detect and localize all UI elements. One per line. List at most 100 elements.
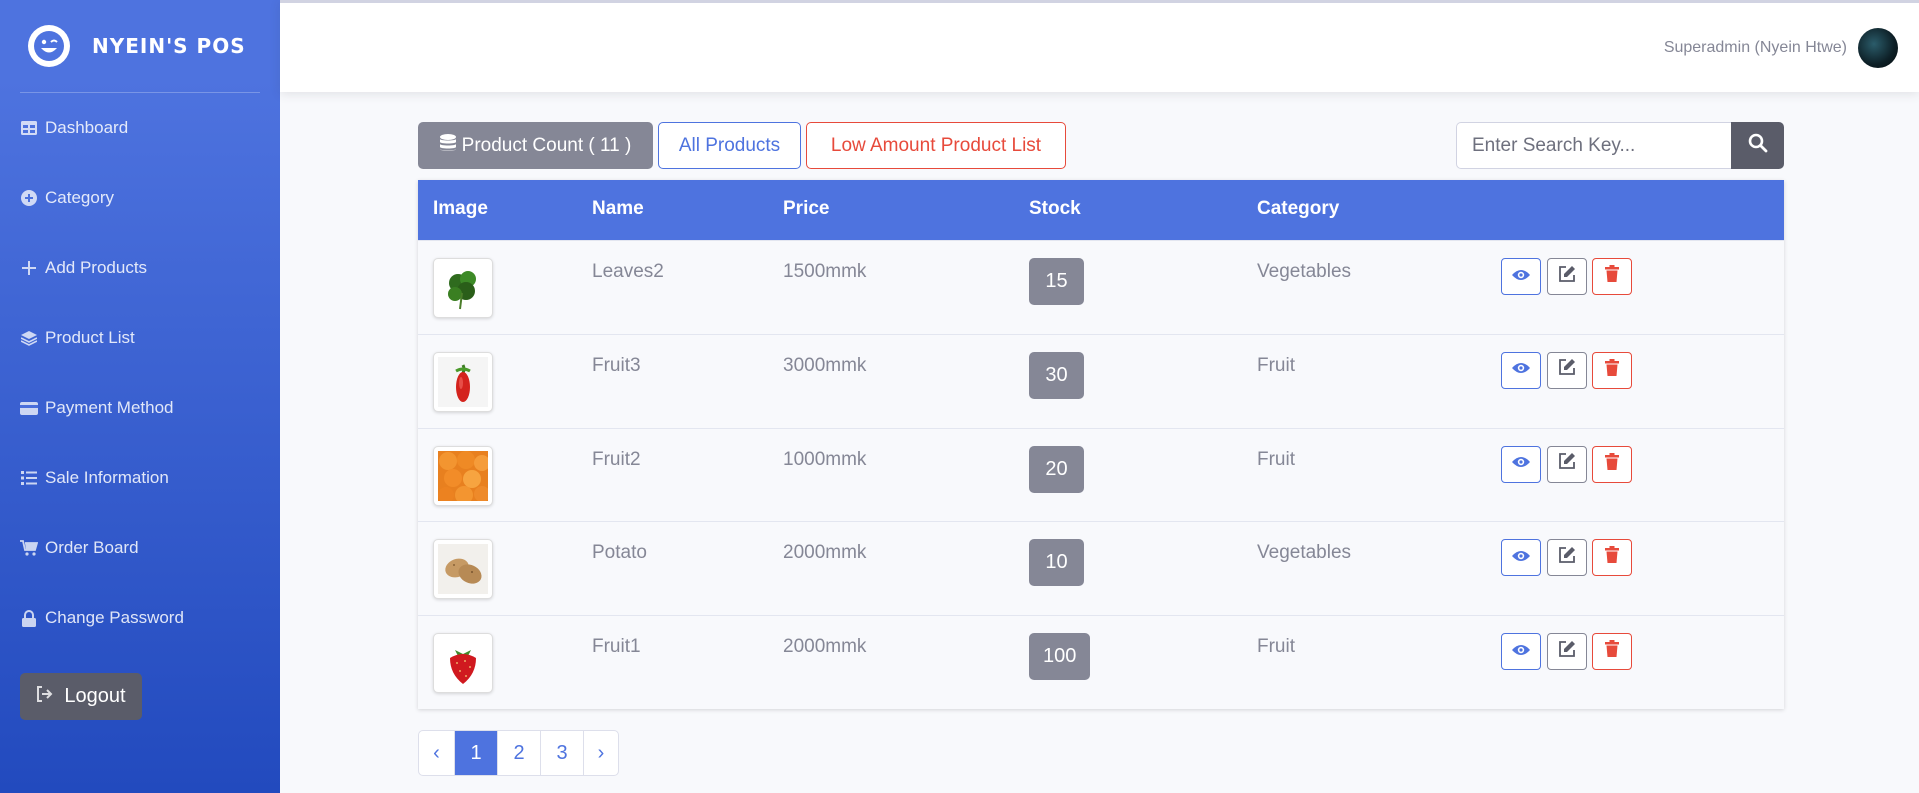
sidebar-item-dashboard[interactable]: Dashboard <box>0 93 280 163</box>
lock-icon <box>20 609 38 627</box>
delete-button[interactable] <box>1592 351 1632 389</box>
sidebar: NYEIN'S POS Dashboard Category Add Produ… <box>0 0 280 793</box>
chili-image <box>433 351 493 412</box>
product-price: 2000mmk <box>783 542 867 564</box>
pagination-page-3[interactable]: 3 <box>540 731 583 775</box>
edit-icon <box>1558 546 1576 570</box>
sidebar-item-label: Order Board <box>45 538 139 557</box>
search-button[interactable] <box>1731 122 1784 169</box>
cart-icon <box>20 539 38 557</box>
edit-button[interactable] <box>1547 351 1587 389</box>
product-name: Potato <box>592 542 647 564</box>
header-stock: Stock <box>1029 198 1081 219</box>
logout-button[interactable]: Logout <box>20 673 142 720</box>
table-icon <box>20 119 38 137</box>
plus-circle-icon <box>20 189 38 207</box>
sidebar-item-label: Product List <box>45 328 135 347</box>
product-count-label: Product Count ( 11 ) <box>461 134 632 156</box>
trash-icon <box>1605 640 1619 663</box>
user-name: Superadmin (Nyein Htwe) <box>1663 39 1847 56</box>
edit-icon <box>1558 452 1576 476</box>
low-amount-button[interactable]: Low Amount Product List <box>806 122 1066 169</box>
sidebar-item-label: Sale Information <box>45 468 169 487</box>
list-icon <box>20 469 38 487</box>
edit-icon <box>1558 640 1576 664</box>
table-header: Image Name Price Stock Category <box>418 180 1784 240</box>
apricot-image <box>433 445 493 506</box>
sidebar-item-payment-method[interactable]: Payment Method <box>0 373 280 443</box>
view-button[interactable] <box>1501 445 1541 483</box>
stock-badge: 10 <box>1029 539 1084 587</box>
pagination-prev[interactable]: ‹ <box>419 731 454 775</box>
delete-button[interactable] <box>1592 445 1632 483</box>
product-category: Fruit <box>1257 448 1295 470</box>
eye-icon <box>1511 359 1531 381</box>
product-price: 3000mmk <box>783 354 867 376</box>
brand[interactable]: NYEIN'S POS <box>0 0 280 92</box>
delete-button[interactable] <box>1592 633 1632 671</box>
eye-icon <box>1511 547 1531 569</box>
leaves-image <box>433 258 493 318</box>
edit-icon <box>1558 265 1576 289</box>
pagination: ‹ 1 2 3 › <box>418 730 619 776</box>
logout-label: Logout <box>64 685 126 707</box>
pagination-page-1[interactable]: 1 <box>454 731 497 775</box>
search-icon <box>1748 133 1768 158</box>
table-row: Fruit2 1000mmk 20 Fruit <box>418 427 1784 522</box>
table-row: Potato 2000mmk 10 Vegetables <box>418 521 1784 615</box>
sidebar-item-sale-information[interactable]: Sale Information <box>0 443 280 513</box>
sign-out-icon <box>36 685 54 708</box>
delete-button[interactable] <box>1592 258 1632 295</box>
delete-button[interactable] <box>1592 539 1632 577</box>
stock-badge: 100 <box>1029 633 1091 681</box>
table-row: Fruit3 3000mmk 30 Fruit <box>418 333 1784 428</box>
sidebar-item-order-board[interactable]: Order Board <box>0 513 280 583</box>
trash-icon <box>1605 358 1619 382</box>
sidebar-item-change-password[interactable]: Change Password <box>0 583 280 653</box>
eye-icon <box>1511 453 1531 475</box>
table-row: Fruit1 2000mmk 100 Fruit <box>418 615 1784 709</box>
laugh-wink-icon <box>28 25 70 67</box>
header-name: Name <box>592 198 644 219</box>
header-category: Category <box>1257 198 1340 219</box>
view-button[interactable] <box>1501 633 1541 671</box>
view-button[interactable] <box>1501 351 1541 389</box>
product-table: Image Name Price Stock Category Leaves2 … <box>418 180 1784 709</box>
product-price: 1500mmk <box>783 261 867 282</box>
edit-button[interactable] <box>1547 445 1587 483</box>
pagination-page-2[interactable]: 2 <box>497 731 540 775</box>
sidebar-item-add-products[interactable]: Add Products <box>0 233 280 303</box>
product-count-button[interactable]: Product Count ( 11 ) <box>418 122 653 169</box>
pagination-next[interactable]: › <box>583 731 618 775</box>
product-name: Fruit2 <box>592 448 641 470</box>
edit-button[interactable] <box>1547 539 1587 577</box>
sidebar-item-label: Change Password <box>45 608 184 627</box>
product-category: Vegetables <box>1257 261 1352 282</box>
search-input[interactable] <box>1456 122 1731 169</box>
trash-icon <box>1605 452 1619 476</box>
sidebar-item-product-list[interactable]: Product List <box>0 303 280 373</box>
header-price: Price <box>783 198 830 219</box>
edit-button[interactable] <box>1547 258 1587 295</box>
stock-badge: 15 <box>1029 258 1084 305</box>
table-row: Leaves2 1500mmk 15 Vegetables <box>418 240 1784 334</box>
all-products-button[interactable]: All Products <box>658 122 801 169</box>
eye-icon <box>1511 641 1531 663</box>
view-button[interactable] <box>1501 539 1541 577</box>
view-button[interactable] <box>1501 258 1541 295</box>
sidebar-item-label: Dashboard <box>45 118 129 137</box>
product-category: Fruit <box>1257 636 1295 658</box>
product-name: Leaves2 <box>592 261 664 282</box>
product-price: 1000mmk <box>783 448 867 470</box>
avatar <box>1858 28 1898 68</box>
edit-button[interactable] <box>1547 633 1587 671</box>
product-name: Fruit3 <box>592 354 641 376</box>
brand-name: NYEIN'S POS <box>92 34 246 58</box>
user-menu[interactable]: Superadmin (Nyein Htwe) <box>1664 28 1898 68</box>
sidebar-item-category[interactable]: Category <box>0 163 280 233</box>
sidebar-nav: Dashboard Category Add Products Product … <box>0 93 280 653</box>
sidebar-item-label: Payment Method <box>45 398 174 417</box>
trash-icon <box>1605 265 1619 288</box>
product-category: Vegetables <box>1257 542 1352 564</box>
product-price: 2000mmk <box>783 636 867 658</box>
